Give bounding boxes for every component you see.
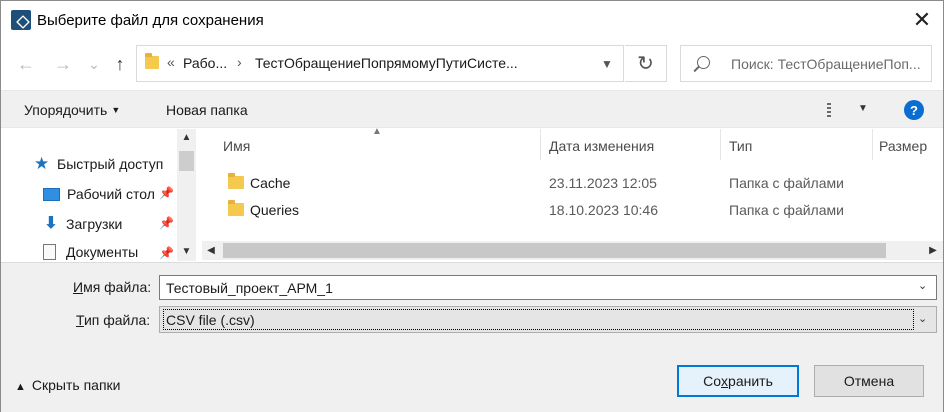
sidebar-item-downloads[interactable]: ⬇ Загрузки [43,213,122,235]
search-icon [697,56,710,69]
pin-icon: 📌 [159,246,174,260]
accesskey: И [73,279,84,295]
organize-label: Упорядочить [24,102,108,118]
sidebar-item-quick-access[interactable]: ★ Быстрый доступ [34,153,163,175]
documents-icon [43,244,56,260]
save-file-dialog: Выберите файл для сохранения ✕ ← → ⌄ ↑ «… [0,0,944,412]
filename-input[interactable]: Тестовый_проект_АРМ_1 ⌄ [159,275,937,300]
save-label-post: ранить [728,373,773,389]
folder-icon [145,53,159,69]
filename-label: Имя файла: [73,279,151,295]
recent-locations-button[interactable]: ⌄ [81,49,107,79]
sidebar-item-label: Загрузки [66,216,123,232]
scrollbar-thumb[interactable] [223,243,886,258]
title-bar: Выберите файл для сохранения ✕ [1,1,943,39]
folder-icon [228,200,244,216]
label-text: мя файла: [83,279,152,295]
navigation-pane: ★ Быстрый доступ Рабочий стол ⬇ Загрузки… [1,129,197,261]
column-header-date[interactable]: Дата изменения [549,138,654,154]
breadcrumb-item[interactable]: ТестОбращениеПопрямомуПутиСисте... [255,55,518,71]
accesskey: х [721,373,729,389]
help-icon[interactable]: ? [904,100,924,120]
file-date: 18.10.2023 10:46 [549,202,658,218]
accesskey: Т [76,312,84,328]
scroll-right-icon[interactable]: ▶ [924,241,942,260]
save-form: Имя файла: Тестовый_проект_АРМ_1 ⌄ Тип ф… [1,262,943,412]
column-header-name[interactable]: Имя [223,138,250,154]
scroll-down-icon[interactable]: ▼ [177,243,196,260]
filetype-label: Тип файла: [76,312,150,328]
filetype-select[interactable]: CSV file (.csv) ⌄ [159,306,937,333]
caret-down-icon: ▼ [111,105,121,115]
download-icon: ⬇ [44,215,58,232]
app-icon [11,10,31,30]
scrollbar-thumb[interactable] [179,151,194,171]
sidebar-item-label: Документы [66,244,139,260]
save-button[interactable]: Со х ранить [677,365,799,397]
desktop-icon [43,187,60,201]
window-title: Выберите файл для сохранения [37,12,264,29]
forward-button[interactable]: → [50,49,76,79]
horizontal-scrollbar[interactable]: ◀ ▶ [202,241,943,260]
hide-folders-button[interactable]: ▲ Скрыть папки [15,377,120,393]
back-button[interactable]: ← [13,49,39,79]
save-label-pre: Со [703,373,722,389]
close-button[interactable]: ✕ [903,3,941,37]
file-row[interactable]: Queries 18.10.2023 10:46 Папка с файлами [222,198,922,222]
file-name: Cache [250,175,291,191]
up-button[interactable]: ↑ [107,49,133,79]
file-name: Queries [250,202,300,218]
star-icon: ★ [34,154,50,173]
chevron-right-icon[interactable]: › [237,54,242,70]
sidebar-item-label: Рабочий стол [67,186,155,202]
chevron-down-icon[interactable]: ▼ [595,52,619,76]
search-placeholder: Поиск: ТестОбращениеПоп... [731,56,921,72]
view-details-icon[interactable] [827,102,847,118]
new-folder-button[interactable]: Новая папка [166,102,248,118]
chevron-down-icon[interactable]: ⌄ [918,279,927,292]
filename-value: Тестовый_проект_АРМ_1 [166,280,333,296]
breadcrumb-item[interactable]: Рабо... [183,55,227,71]
column-header-size[interactable]: Размер [879,138,927,154]
file-row[interactable]: Cache 23.11.2023 12:05 Папка с файлами [222,171,922,195]
cancel-button[interactable]: Отмена [814,365,924,397]
file-list: ▲ Имя Дата изменения Тип Размер Cache 23… [202,126,943,261]
navigation-pane-scrollbar[interactable]: ▲ ▼ [177,129,196,261]
refresh-button[interactable]: ↻ [625,45,667,82]
column-divider[interactable] [872,129,873,160]
breadcrumb-overflow[interactable]: « [167,54,175,70]
address-bar[interactable]: « Рабо... › ТестОбращениеПопрямомуПутиСи… [136,45,624,82]
view-dropdown-icon[interactable]: ▼ [858,103,868,114]
file-date: 23.11.2023 12:05 [549,175,657,191]
column-header-type[interactable]: Тип [729,138,752,154]
sidebar-item-documents[interactable]: Документы [43,243,138,261]
chevron-down-icon[interactable]: ⌄ [918,312,927,325]
column-divider[interactable] [720,129,721,160]
column-divider[interactable] [540,129,541,160]
sort-ascending-icon: ▲ [372,126,382,137]
hide-folders-label: Скрыть папки [31,377,121,393]
sidebar-item-label: Быстрый доступ [57,156,164,172]
scroll-up-icon[interactable]: ▲ [177,129,196,146]
search-input[interactable]: Поиск: ТестОбращениеПоп... [680,45,932,82]
pin-icon: 📌 [159,216,174,230]
command-toolbar: Упорядочить ▼ Новая папка ▼ ? [1,90,943,128]
folder-icon [228,173,244,189]
organize-button[interactable]: Упорядочить ▼ [24,102,120,118]
sidebar-item-desktop[interactable]: Рабочий стол [43,183,157,205]
label-text: ип файла: [83,312,151,328]
pin-icon: 📌 [159,186,174,200]
scroll-left-icon[interactable]: ◀ [202,241,220,260]
file-type: Папка с файлами [729,202,844,218]
filetype-value: CSV file (.csv) [163,309,914,330]
chevron-up-icon: ▲ [15,381,26,393]
file-type: Папка с файлами [729,175,844,191]
